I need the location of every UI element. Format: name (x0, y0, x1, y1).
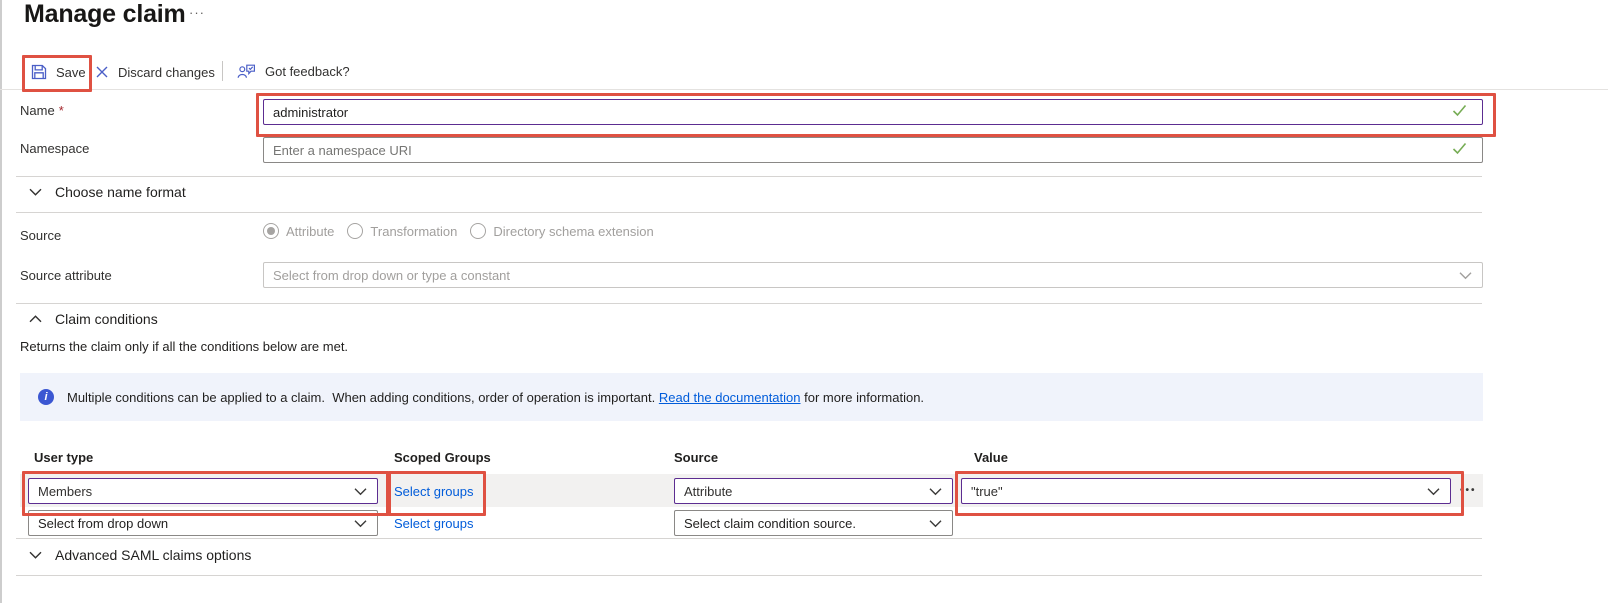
divider (16, 212, 1482, 213)
name-label-text: Name (20, 103, 55, 118)
radio-circle-selected (263, 223, 279, 239)
source-attribute-dropdown[interactable]: Select from drop down or type a constant (263, 262, 1483, 288)
column-header-source: Source (674, 450, 718, 465)
chevron-down-icon (1427, 484, 1440, 499)
column-header-scoped-groups: Scoped Groups (394, 450, 491, 465)
source-radio-group: Attribute Transformation Directory schem… (263, 223, 654, 239)
dropdown-value: Members (38, 484, 92, 499)
namespace-valid-check-icon (1452, 142, 1467, 160)
save-button[interactable]: Save (31, 60, 86, 84)
section-choose-name-format[interactable]: Choose name format (29, 184, 186, 200)
save-icon (31, 64, 47, 80)
radio-label: Directory schema extension (493, 224, 653, 239)
radio-attribute[interactable]: Attribute (263, 223, 334, 239)
section-claim-conditions[interactable]: Claim conditions (29, 311, 158, 327)
source-attribute-field-label: Source attribute (20, 268, 112, 283)
radio-circle (470, 223, 486, 239)
source-dropdown-row1[interactable]: Attribute (674, 478, 953, 504)
save-label: Save (56, 65, 86, 80)
divider (16, 538, 1482, 539)
got-feedback-button[interactable]: Got feedback? (237, 59, 350, 83)
name-input[interactable] (263, 99, 1483, 125)
chevron-down-icon (1459, 268, 1472, 283)
chevron-down-icon (929, 484, 942, 499)
namespace-input[interactable] (263, 137, 1483, 163)
radio-circle (347, 223, 363, 239)
dropdown-placeholder: Select from drop down or type a constant (273, 268, 510, 283)
info-text-after: for more information. (801, 390, 925, 405)
radio-directory-schema-extension[interactable]: Directory schema extension (470, 223, 653, 239)
chevron-down-icon (929, 516, 942, 531)
radio-transformation[interactable]: Transformation (347, 223, 457, 239)
chevron-down-icon (29, 188, 42, 196)
dropdown-value: Attribute (684, 484, 732, 499)
info-icon: i (38, 389, 54, 405)
select-groups-link-row2[interactable]: Select groups (394, 516, 474, 531)
user-type-dropdown-row1[interactable]: Members (28, 478, 378, 504)
title-more-menu[interactable]: ··· (189, 5, 205, 20)
name-field-label: Name * (20, 103, 64, 118)
divider (16, 176, 1482, 177)
read-documentation-link[interactable]: Read the documentation (659, 390, 801, 405)
page-title: Manage claim (24, 0, 186, 29)
required-asterisk: * (59, 103, 64, 118)
radio-label: Attribute (286, 224, 334, 239)
toolbar-divider (0, 89, 1608, 90)
dropdown-placeholder: Select claim condition source. (684, 516, 856, 531)
source-dropdown-row2[interactable]: Select claim condition source. (674, 510, 953, 536)
divider (16, 575, 1482, 576)
name-valid-check-icon (1452, 104, 1467, 122)
radio-label: Transformation (370, 224, 457, 239)
feedback-icon (237, 63, 256, 80)
section-advanced-saml-options[interactable]: Advanced SAML claims options (29, 547, 251, 563)
claim-conditions-description: Returns the claim only if all the condit… (20, 339, 348, 354)
info-banner: i Multiple conditions can be applied to … (20, 373, 1483, 421)
select-groups-link-row1[interactable]: Select groups (394, 484, 474, 499)
info-banner-text: Multiple conditions can be applied to a … (67, 390, 924, 405)
namespace-field-label: Namespace (20, 141, 89, 156)
section-label: Choose name format (55, 184, 186, 200)
info-text-before: Multiple conditions can be applied to a … (67, 390, 659, 405)
row1-more-menu-button[interactable]: ••• (1460, 485, 1477, 496)
section-label: Advanced SAML claims options (55, 547, 251, 563)
chevron-down-icon (354, 516, 367, 531)
column-header-value: Value (974, 450, 1008, 465)
user-type-dropdown-row2[interactable]: Select from drop down (28, 510, 378, 536)
discard-label: Discard changes (118, 65, 215, 80)
dropdown-value: "true" (971, 484, 1003, 499)
page-left-edge (0, 0, 2, 603)
source-field-label: Source (20, 228, 61, 243)
discard-x-icon (95, 65, 109, 79)
divider (16, 303, 1482, 304)
feedback-label: Got feedback? (265, 64, 350, 79)
discard-changes-button[interactable]: Discard changes (95, 60, 215, 84)
manage-claim-page: { "page": { "title": "Manage claim", "ti… (0, 0, 1608, 603)
chevron-up-icon (29, 315, 42, 323)
value-dropdown-row1[interactable]: "true" (961, 478, 1451, 504)
column-header-user-type: User type (34, 450, 93, 465)
chevron-down-icon (29, 551, 42, 559)
toolbar-separator (222, 61, 223, 81)
chevron-down-icon (354, 484, 367, 499)
section-label: Claim conditions (55, 311, 158, 327)
dropdown-placeholder: Select from drop down (38, 516, 168, 531)
